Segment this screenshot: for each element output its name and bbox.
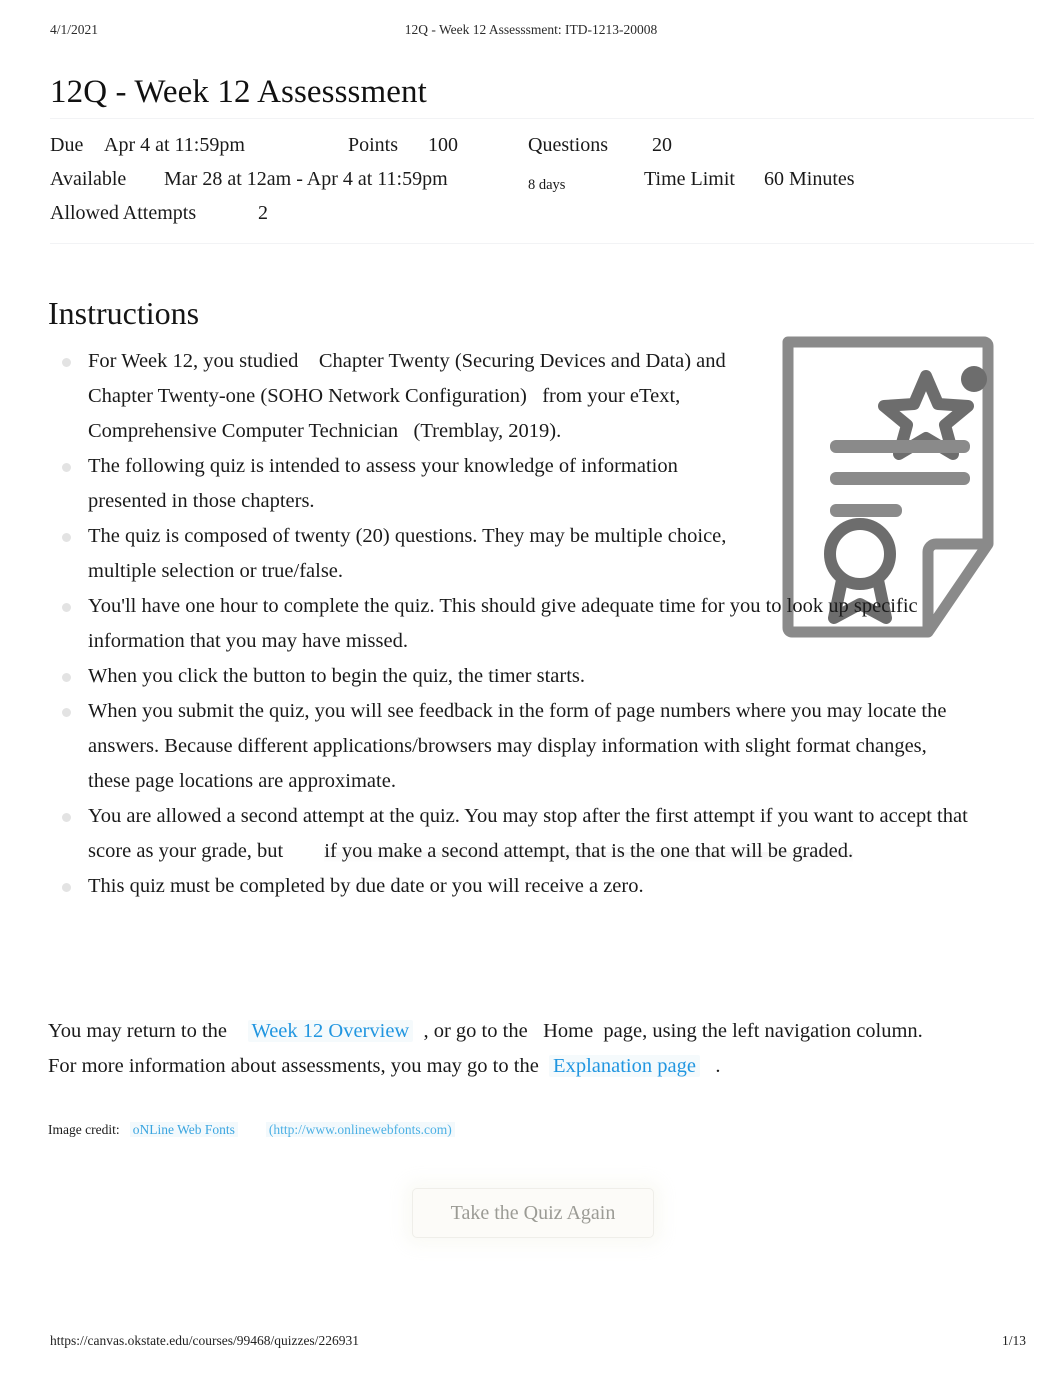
image-credit-link[interactable]: oNLine Web Fonts — [129, 1122, 238, 1137]
points-label: Points — [348, 134, 399, 156]
list-item: You are allowed a second attempt at the … — [52, 799, 968, 869]
take-the-quiz-again-button[interactable]: Take the Quiz Again — [412, 1188, 654, 1238]
quiz-metadata-row-2: Available Mar 28 at 12am - Apr 4 at 11:5… — [50, 162, 1022, 196]
print-document-title: 12Q - Week 12 Assesssment: ITD-1213-2000… — [404, 22, 658, 37]
closing-text-4: . — [715, 1054, 721, 1077]
due-value: Apr 4 at 11:59pm — [104, 134, 245, 156]
time-limit-label: Time Limit — [644, 168, 735, 190]
footer-url: https://canvas.okstate.edu/courses/99468… — [50, 1333, 359, 1348]
available-value: Mar 28 at 12am - Apr 4 at 11:59pm — [164, 168, 448, 190]
allowed-attempts-label: Allowed Attempts — [50, 202, 197, 224]
image-credit-label: Image credit: — [48, 1122, 120, 1137]
time-limit-value: 60 Minutes — [764, 168, 855, 190]
home-word: Home — [543, 1019, 594, 1042]
instructions-heading: Instructions — [48, 294, 200, 331]
divider-bottom — [50, 243, 1034, 244]
list-item: When you click the button to begin the q… — [52, 659, 888, 694]
instruction-emphasis-7: if you make a second attempt, that is th… — [324, 840, 854, 862]
questions-value: 20 — [652, 134, 672, 156]
explanation-page-link[interactable]: Explanation page — [549, 1054, 700, 1077]
footer-page-number: 1/13 — [1001, 1333, 1026, 1348]
closing-paragraph: You may return to the Week 12 Overview ,… — [48, 1014, 928, 1084]
closing-text-2: , or go to the — [423, 1019, 528, 1042]
quiz-metadata: Due Apr 4 at 11:59pm Points 100 Question… — [50, 128, 1022, 230]
list-item: The quiz is composed of twenty (20) ques… — [52, 519, 748, 589]
instruction-emphasis-1b: Comprehensive Computer Technician — [88, 420, 399, 442]
points-value: 100 — [428, 134, 458, 156]
list-item: The following quiz is intended to assess… — [52, 449, 748, 519]
instruction-text-1b: from your eText, — [542, 385, 681, 407]
take-the-quiz-again-label: Take the Quiz Again — [450, 1201, 616, 1224]
quiz-metadata-row-1: Due Apr 4 at 11:59pm Points 100 Question… — [50, 128, 1022, 162]
allowed-attempts-value: 2 — [258, 202, 268, 224]
list-item: For Week 12, you studied Chapter Twenty … — [52, 344, 748, 449]
available-label: Available — [50, 168, 127, 190]
instruction-text-1a: For Week 12, you studied — [88, 350, 299, 372]
divider-top — [50, 118, 1034, 119]
list-item: This quiz must be completed by due date … — [52, 869, 968, 904]
list-item: You'll have one hour to complete the qui… — [52, 589, 968, 659]
due-label: Due — [50, 134, 84, 156]
image-credit-url[interactable]: (http://www.onlinewebfonts.com) — [265, 1122, 455, 1137]
questions-label: Questions — [528, 134, 608, 156]
instruction-text-1c: (Tremblay, 2019). — [413, 420, 562, 442]
closing-text-1: You may return to the — [48, 1019, 227, 1042]
instructions-list: For Week 12, you studied Chapter Twenty … — [52, 344, 992, 904]
page-title: 12Q - Week 12 Assesssment — [50, 74, 427, 111]
list-item: When you submit the quiz, you will see f… — [52, 694, 968, 799]
quiz-metadata-row-3: Allowed Attempts 2 — [50, 196, 1022, 230]
image-credit: Image credit: oNLine Web Fonts (http://ww… — [48, 1122, 455, 1138]
week-12-overview-link[interactable]: Week 12 Overview — [247, 1019, 414, 1042]
print-header: 4/1/2021 12Q - Week 12 Assesssment: ITD-… — [50, 22, 1012, 40]
